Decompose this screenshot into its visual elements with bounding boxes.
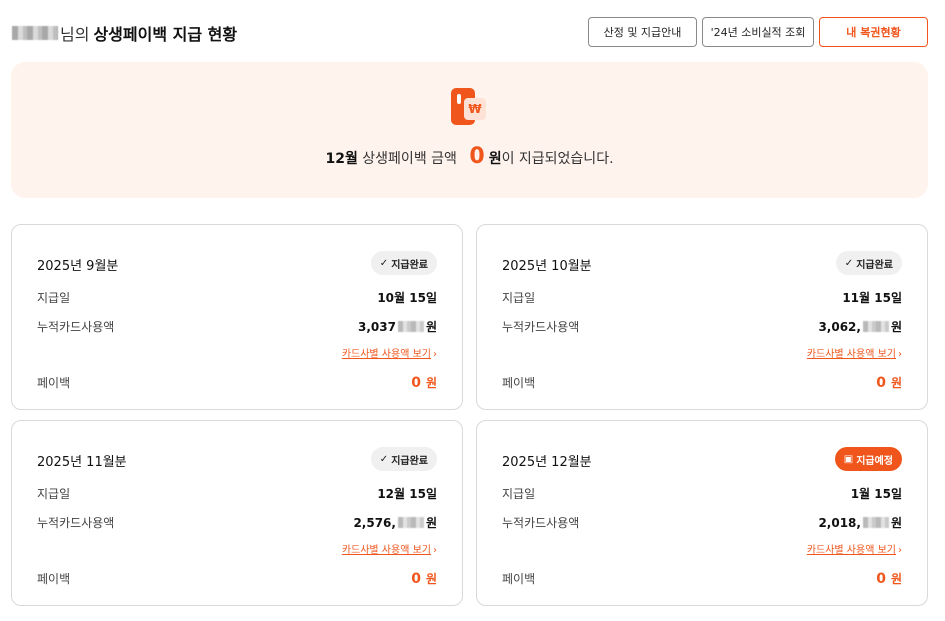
chevron-right-icon: ›	[433, 545, 437, 556]
guide-button[interactable]: 산정 및 지급안내	[588, 17, 697, 47]
summary-month: 12월	[325, 151, 358, 167]
check-icon: ✓	[844, 257, 854, 269]
payback-value: 0원	[411, 570, 437, 587]
check-icon: ✓	[379, 453, 389, 465]
status-badge: ▣ 지급예정	[834, 447, 902, 471]
card-period: 2025년 10월분	[502, 259, 592, 274]
summary-amount: 0	[469, 144, 485, 169]
masked-amount	[397, 517, 424, 528]
summary-text-after: 이 지급되었습니다.	[501, 151, 614, 167]
pay-date-label: 지급일	[502, 487, 536, 501]
pay-date-label: 지급일	[37, 487, 71, 501]
payback-card-september: 2025년 9월분 ✓ 지급완료 지급일 10월 15일 누적카드사용액 3,0…	[11, 224, 463, 410]
title-main: 상생페이백 지급 현황	[93, 25, 238, 44]
calendar-icon: ▣	[843, 453, 854, 465]
card-usage-detail-link[interactable]: 카드사별 사용액 보기 ›	[807, 345, 902, 360]
page-header: 님의 상생페이백 지급 현황 산정 및 지급안내 '24년 소비실적 조회 내 …	[12, 17, 928, 47]
card-usage-value: 3,037 원	[357, 319, 437, 335]
card-period: 2025년 12월분	[502, 455, 592, 470]
my-lottery-button[interactable]: 내 복권현황	[819, 17, 928, 47]
chevron-right-icon: ›	[898, 349, 902, 360]
page-title: 님의 상생페이백 지급 현황	[12, 21, 237, 45]
past-spending-button[interactable]: '24년 소비실적 조회	[702, 17, 814, 47]
summary-panel: ₩ 12월 상생페이백 금액 0 원이 지급되었습니다.	[11, 62, 928, 198]
payback-label: 페이백	[37, 572, 71, 586]
payback-label: 페이백	[37, 376, 71, 390]
payback-card-december: 2025년 12월분 ▣ 지급예정 지급일 1월 15일 누적카드사용액 2,0…	[476, 420, 928, 606]
payback-card-icon: ₩	[451, 88, 487, 126]
masked-user-name	[12, 26, 58, 40]
masked-amount	[862, 517, 889, 528]
card-period: 2025년 11월분	[37, 455, 127, 470]
summary-text: 12월 상생페이백 금액 0 원이 지급되었습니다.	[11, 144, 928, 169]
chevron-right-icon: ›	[898, 545, 902, 556]
card-usage-label: 누적카드사용액	[37, 516, 115, 530]
payback-card-november: 2025년 11월분 ✓ 지급완료 지급일 12월 15일 누적카드사용액 2,…	[11, 420, 463, 606]
card-usage-label: 누적카드사용액	[502, 516, 580, 530]
pay-date-value: 12월 15일	[377, 487, 437, 501]
pay-date-value: 10월 15일	[377, 291, 437, 305]
card-usage-value: 3,062, 원	[818, 319, 902, 335]
pay-date-value: 1월 15일	[850, 487, 902, 501]
pay-date-label: 지급일	[502, 291, 536, 305]
status-badge: ✓ 지급완료	[370, 251, 437, 275]
masked-amount	[397, 321, 424, 332]
payback-label: 페이백	[502, 376, 536, 390]
summary-text-before: 상생페이백 금액	[362, 151, 457, 167]
summary-won: 원	[488, 151, 502, 167]
card-usage-detail-link[interactable]: 카드사별 사용액 보기 ›	[807, 541, 902, 556]
card-usage-label: 누적카드사용액	[37, 320, 115, 334]
status-badge: ✓ 지급완료	[835, 251, 902, 275]
chevron-right-icon: ›	[433, 349, 437, 360]
status-badge: ✓ 지급완료	[370, 447, 437, 471]
card-period: 2025년 9월분	[37, 259, 119, 274]
card-usage-detail-link[interactable]: 카드사별 사용액 보기 ›	[342, 541, 437, 556]
pay-date-label: 지급일	[37, 291, 71, 305]
card-usage-value: 2,576, 원	[353, 515, 437, 531]
pay-date-value: 11월 15일	[842, 291, 902, 305]
title-suffix: 님의	[60, 25, 90, 44]
card-usage-value: 2,018, 원	[818, 515, 902, 531]
check-icon: ✓	[379, 257, 389, 269]
card-usage-label: 누적카드사용액	[502, 320, 580, 334]
payback-value: 0원	[876, 570, 902, 587]
payback-label: 페이백	[502, 572, 536, 586]
payback-value: 0원	[876, 374, 902, 391]
payback-value: 0원	[411, 374, 437, 391]
masked-amount	[862, 321, 889, 332]
card-usage-detail-link[interactable]: 카드사별 사용액 보기 ›	[342, 345, 437, 360]
payback-card-october: 2025년 10월분 ✓ 지급완료 지급일 11월 15일 누적카드사용액 3,…	[476, 224, 928, 410]
